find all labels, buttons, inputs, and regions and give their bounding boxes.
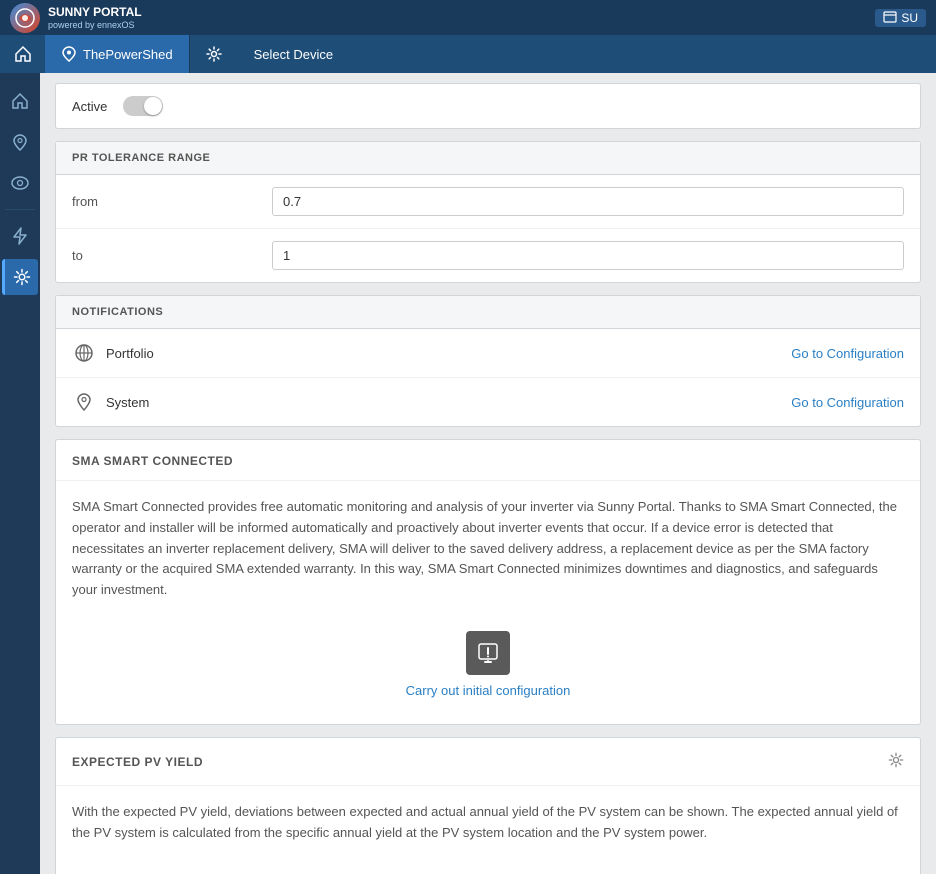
settings-icon [206,46,222,62]
logo-area: SUNNY PORTAL powered by ennexOS [10,3,142,33]
nav-home-button[interactable] [0,35,45,73]
expected-pv-section: EXPECTED PV YIELD With the expected PV y… [55,737,921,874]
pr-to-row: to [56,229,920,282]
pv-section-header: EXPECTED PV YIELD [56,738,920,786]
notifications-header: NOTIFICATIONS [56,296,920,329]
notifications-section: NOTIFICATIONS Portfolio Go to Configurat… [55,295,921,427]
top-header: SUNNY PORTAL powered by ennexOS SU [0,0,936,35]
nav-settings-tab[interactable] [190,35,238,73]
sma-header: SMA SMART CONNECTED [56,440,920,481]
main-content: Active PR TOLERANCE RANGE from to NOTIFI… [40,73,936,874]
notification-portfolio-row: Portfolio Go to Configuration [56,329,920,378]
user-badge[interactable]: SU [875,9,926,27]
system-config-link[interactable]: Go to Configuration [791,395,904,410]
system-icon [72,390,96,414]
pr-tolerance-header: PR TOLERANCE RANGE [56,142,920,175]
portfolio-icon [72,341,96,365]
sidebar [0,73,40,874]
location-pin-icon [61,46,77,62]
sidebar-item-settings[interactable] [2,259,38,295]
pv-gear-button[interactable] [888,752,904,773]
system-label: System [106,395,791,410]
sma-smart-section: SMA SMART CONNECTED SMA Smart Connected … [55,439,921,725]
active-label: Active [72,99,107,114]
toggle-track [123,96,163,116]
plant-name: ThePowerShed [83,47,173,62]
sma-initial-config-link[interactable]: Carry out initial configuration [406,683,571,698]
nav-select-device[interactable]: Select Device [238,35,349,73]
notification-system-row: System Go to Configuration [56,378,920,426]
sidebar-item-view[interactable] [2,165,38,201]
logo-text-block: SUNNY PORTAL powered by ennexOS [48,5,142,29]
sma-action-area: Carry out initial configuration [72,621,904,708]
nav-plant-tab[interactable]: ThePowerShed [45,35,190,73]
from-input[interactable] [272,187,904,216]
logo-icon [10,3,40,33]
pr-from-row: from [56,175,920,229]
sidebar-item-location[interactable] [2,124,38,160]
user-icon [883,11,897,25]
page-layout: Active PR TOLERANCE RANGE from to NOTIFI… [0,73,936,874]
pv-title: EXPECTED PV YIELD [72,755,203,769]
sma-alert-icon [466,631,510,675]
to-input[interactable] [272,241,904,270]
pv-body: With the expected PV yield, deviations b… [56,786,920,874]
to-label: to [72,248,272,263]
pv-action-area: Carry out initial configuration [72,864,904,874]
home-icon [14,45,32,63]
user-label: SU [901,11,918,25]
portfolio-label: Portfolio [106,346,791,361]
sma-body: SMA Smart Connected provides free automa… [56,481,920,724]
from-label: from [72,194,272,209]
pv-description: With the expected PV yield, deviations b… [72,802,904,844]
active-toggle[interactable] [123,96,163,116]
pr-tolerance-section: PR TOLERANCE RANGE from to [55,141,921,283]
portfolio-config-link[interactable]: Go to Configuration [791,346,904,361]
active-row: Active [55,83,921,129]
logo-subtitle: powered by ennexOS [48,20,142,30]
select-device-label: Select Device [254,47,333,62]
sidebar-divider [5,209,35,210]
nav-bar: ThePowerShed Select Device [0,35,936,73]
sma-description: SMA Smart Connected provides free automa… [72,497,904,601]
sidebar-item-energy[interactable] [2,218,38,254]
toggle-thumb [144,97,162,115]
sidebar-item-home[interactable] [2,83,38,119]
logo-title: SUNNY PORTAL [48,5,142,19]
